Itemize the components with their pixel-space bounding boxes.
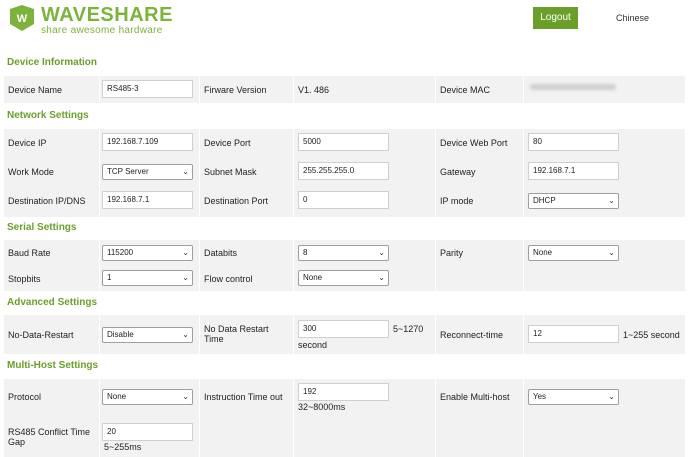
gateway-input[interactable]: 192.168.7.1 [528,162,619,180]
rs485-conflict-gap-range: 5~255ms [104,442,142,452]
advanced-settings-row: No-Data-Restart Disable ⌄ No Data Restar… [3,315,685,354]
chevron-down-icon: ⌄ [182,392,189,401]
baud-rate-select[interactable]: 115200 ⌄ [102,245,193,261]
destination-port-label: Destination Port [204,196,269,206]
ip-mode-select[interactable]: DHCP ⌄ [528,193,619,209]
baud-rate-selected-value: 115200 [107,248,134,257]
chevron-down-icon: ⌄ [182,167,189,176]
stopbits-selected-value: 1 [107,273,112,282]
device-mac-value-redacted [530,84,616,90]
device-port-input[interactable]: 5000 [298,133,389,151]
no-data-restart-label: No-Data-Restart [8,330,74,340]
reconnect-time-label: Reconnect-time [440,330,504,340]
language-link-chinese[interactable]: Chinese [616,13,649,23]
rs485-conflict-label-line2: Gap [8,437,26,447]
section-title-serial-settings: Serial Settings [7,222,77,233]
work-mode-label: Work Mode [8,167,54,177]
parity-label: Parity [440,248,464,258]
no-data-restart-time-range: 5~1270 [393,324,424,334]
ip-mode-label: IP mode [440,196,474,206]
waveshare-logo: W WAVESHARE share awesome hardware [8,4,178,36]
destination-ip-input[interactable]: 192.168.7.1 [102,191,193,209]
work-mode-selected-value: TCP Server [107,167,149,176]
header: W WAVESHARE share awesome hardware Logou… [0,0,689,48]
instruction-timeout-input[interactable]: 192 [298,383,389,401]
no-data-restart-time-label-line1: No Data Restart [204,324,269,334]
firmware-version-label: Firware Version [204,85,267,95]
device-ip-label: Device IP [8,138,47,148]
chevron-down-icon: ⌄ [608,196,615,205]
enable-multi-host-select[interactable]: Yes ⌄ [528,389,619,405]
device-ip-input[interactable]: 192.168.7.109 [102,133,193,151]
network-settings-block: Device IP Work Mode Destination IP/DNS 1… [3,129,685,217]
stopbits-select[interactable]: 1 ⌄ [102,270,193,286]
chevron-down-icon: ⌄ [182,330,189,339]
databits-select[interactable]: 8 ⌄ [298,245,389,261]
firmware-version-value: V1. 486 [298,85,330,95]
waveshare-logo-icon: W [10,5,34,31]
enable-multi-host-label: Enable Multi-host [440,392,510,402]
work-mode-select[interactable]: TCP Server ⌄ [102,164,193,180]
reconnect-time-range: 1~255 second [623,330,680,340]
baud-rate-label: Baud Rate [8,248,51,258]
device-info-row: Device Name RS485-3 Firware Version V1. … [3,76,685,103]
protocol-select[interactable]: None ⌄ [102,389,193,405]
section-title-advanced-settings: Advanced Settings [7,297,98,308]
reconnect-time-input[interactable]: 12 [528,325,619,343]
chevron-down-icon: ⌄ [608,392,615,401]
device-port-label: Device Port [204,138,251,148]
chevron-down-icon: ⌄ [182,273,189,282]
subnet-mask-label: Subnet Mask [204,167,257,177]
chevron-down-icon: ⌄ [378,273,385,282]
subnet-mask-input[interactable]: 255.255.255.0 [298,162,389,180]
multi-host-settings-block: Protocol RS485 Conflict Time Gap None ⌄ … [3,379,685,457]
databits-selected-value: 8 [303,248,308,257]
destination-port-input[interactable]: 0 [298,191,389,209]
chevron-down-icon: ⌄ [608,248,615,257]
device-name-input[interactable]: RS485-3 [102,80,193,98]
flow-control-label: Flow control [204,274,253,284]
enable-multi-host-selected-value: Yes [533,392,547,401]
device-mac-label: Device MAC [440,85,491,95]
logo-tagline: share awesome hardware [41,25,163,36]
svg-text:W: W [17,13,28,25]
no-data-restart-select[interactable]: Disable ⌄ [102,327,193,343]
section-title-network-settings: Network Settings [7,110,89,121]
logout-button[interactable]: Logout [533,7,578,29]
stopbits-label: Stopbits [8,274,41,284]
databits-label: Databits [204,248,238,258]
rs485-conflict-label-line1: RS485 Conflict Time [8,427,91,437]
no-data-restart-selected-value: Disable [107,330,134,339]
no-data-restart-time-label-line2: Time [204,334,224,344]
no-data-restart-time-input[interactable]: 300 [298,320,389,338]
rs485-conflict-gap-input[interactable]: 20 [102,423,193,441]
destination-ip-label: Destination IP/DNS [8,196,86,206]
section-title-multi-host-settings: Multi-Host Settings [7,360,99,371]
ip-mode-selected-value: DHCP [533,196,556,205]
flow-control-select[interactable]: None ⌄ [298,270,389,286]
protocol-label: Protocol [8,392,42,402]
device-web-port-label: Device Web Port [440,138,508,148]
parity-select[interactable]: None ⌄ [528,245,619,261]
gateway-label: Gateway [440,167,476,177]
serial-settings-block: Baud Rate Stopbits 115200 ⌄ 1 ⌄ Databits… [3,240,685,291]
chevron-down-icon: ⌄ [182,248,189,257]
section-title-device-information: Device Information [7,57,98,68]
chevron-down-icon: ⌄ [378,248,385,257]
instruction-timeout-range: 32~8000ms [298,402,346,412]
no-data-restart-time-unit: second [298,340,328,350]
flow-control-selected-value: None [303,273,323,282]
logo-name: WAVESHARE [41,4,173,26]
instruction-timeout-label: Instruction Time out [204,392,283,402]
device-name-label: Device Name [8,85,63,95]
device-web-port-input[interactable]: 80 [528,133,619,151]
protocol-selected-value: None [107,392,127,401]
parity-selected-value: None [533,248,553,257]
